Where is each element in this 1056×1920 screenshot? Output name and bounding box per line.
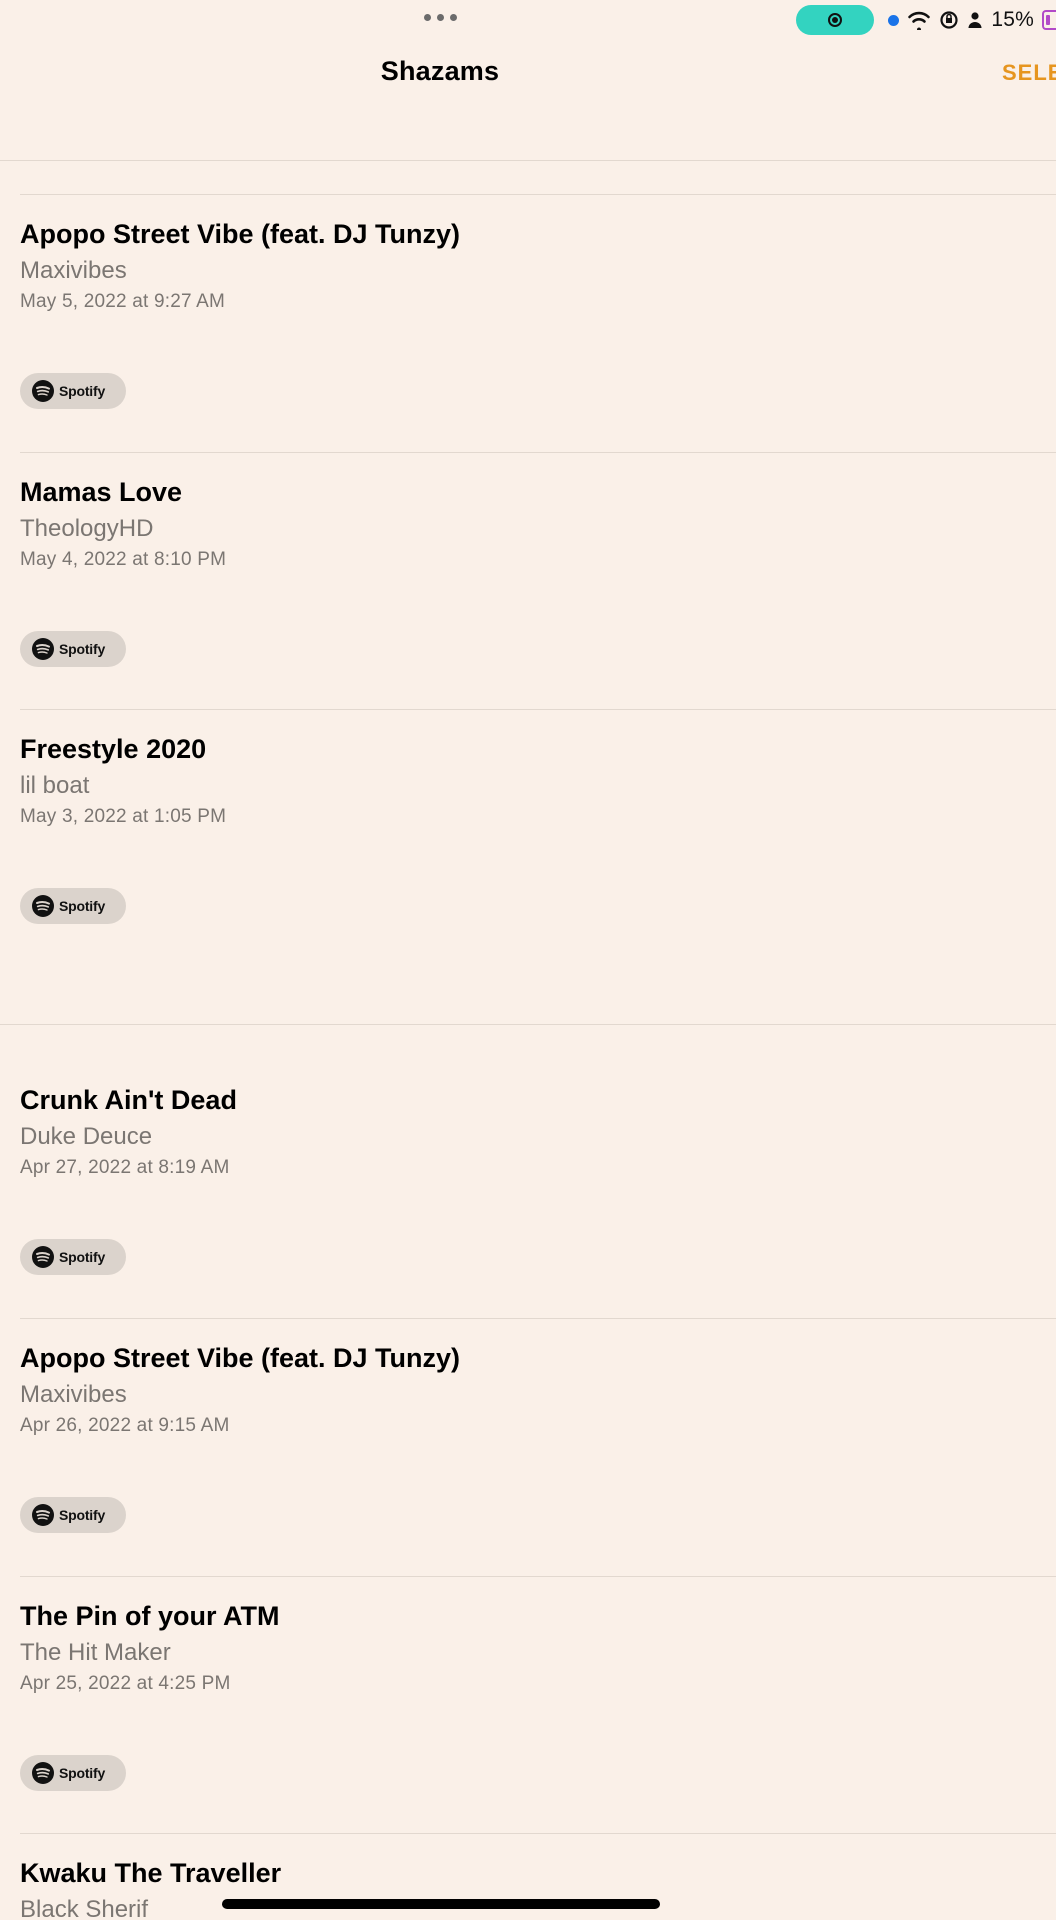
status-bar: 15%: [0, 0, 1056, 40]
orientation-lock-icon: [939, 10, 959, 30]
battery-percent: 15%: [991, 8, 1034, 31]
song-artist: Maxivibes: [20, 257, 127, 284]
spotify-icon: [32, 1246, 54, 1268]
spotify-button[interactable]: Spotify: [20, 1497, 126, 1533]
list-item[interactable]: The Pin of your ATM The Hit Maker Apr 25…: [20, 1577, 1056, 1834]
song-artist: The Hit Maker: [20, 1639, 171, 1666]
song-title: Freestyle 2020: [20, 734, 207, 764]
spotify-button[interactable]: Spotify: [20, 888, 126, 924]
screen-record-icon[interactable]: [796, 5, 875, 35]
spotify-label: Spotify: [59, 641, 106, 657]
song-title: The Pin of your ATM: [20, 1601, 280, 1631]
song-title: Mamas Love: [20, 477, 183, 507]
spotify-icon: [32, 1762, 54, 1784]
shazam-date: May 3, 2022 at 1:05 PM: [20, 806, 227, 827]
song-artist: TheologyHD: [20, 515, 154, 542]
shazam-date: May 5, 2022 at 9:27 AM: [20, 291, 226, 312]
song-artist: Black Sherif: [20, 1896, 149, 1920]
spotify-icon: [32, 638, 54, 660]
spotify-button[interactable]: Spotify: [20, 1239, 126, 1275]
list-item[interactable]: Mamas Love TheologyHD May 4, 2022 at 8:1…: [20, 453, 1056, 710]
spotify-button[interactable]: Spotify: [20, 1755, 126, 1791]
list-item[interactable]: Apopo Street Vibe (feat. DJ Tunzy) Maxiv…: [20, 1319, 1056, 1576]
spotify-icon: [32, 895, 54, 917]
nav-divider: [0, 160, 1056, 161]
song-artist: Maxivibes: [20, 1381, 127, 1408]
spotify-icon: [32, 1504, 54, 1526]
location-dot-icon: [888, 14, 900, 26]
battery-icon: [1042, 10, 1056, 30]
song-title: Apopo Street Vibe (feat. DJ Tunzy): [20, 219, 461, 249]
status-icons: 15%: [796, 4, 1056, 36]
song-artist: lil boat: [20, 772, 90, 799]
home-indicator[interactable]: [222, 1899, 660, 1909]
spotify-label: Spotify: [59, 1765, 106, 1781]
list-item[interactable]: Apopo Street Vibe (feat. DJ Tunzy) Maxiv…: [20, 195, 1056, 452]
list-item[interactable]: Freestyle 2020 lil boat May 3, 2022 at 1…: [20, 710, 1056, 967]
wifi-icon: [907, 10, 931, 30]
song-title: Kwaku The Traveller: [20, 1858, 282, 1888]
spotify-label: Spotify: [59, 898, 106, 914]
spotify-label: Spotify: [59, 383, 106, 399]
song-title: Apopo Street Vibe (feat. DJ Tunzy): [20, 1343, 461, 1373]
song-title: Crunk Ain't Dead: [20, 1085, 237, 1115]
shazam-date: May 4, 2022 at 8:10 PM: [20, 549, 227, 570]
more-dots-icon[interactable]: [424, 14, 457, 21]
song-artist: Duke Deuce: [20, 1123, 153, 1150]
spotify-label: Spotify: [59, 1249, 106, 1265]
select-button[interactable]: SELECT: [1002, 60, 1056, 86]
spotify-label: Spotify: [59, 1507, 106, 1523]
spotify-button[interactable]: Spotify: [20, 631, 126, 667]
spotify-icon: [32, 380, 54, 402]
list-item[interactable]: Crunk Ain't Dead Duke Deuce Apr 27, 2022…: [20, 1061, 1056, 1318]
section-divider: [0, 1024, 1056, 1025]
spotify-button[interactable]: Spotify: [20, 373, 126, 409]
person-icon: [967, 11, 983, 29]
shazam-date: Apr 27, 2022 at 8:19 AM: [20, 1157, 230, 1178]
shazam-date: Apr 26, 2022 at 9:15 AM: [20, 1415, 230, 1436]
page-title: Shazams: [380, 56, 500, 86]
shazam-date: Apr 25, 2022 at 4:25 PM: [20, 1673, 231, 1694]
